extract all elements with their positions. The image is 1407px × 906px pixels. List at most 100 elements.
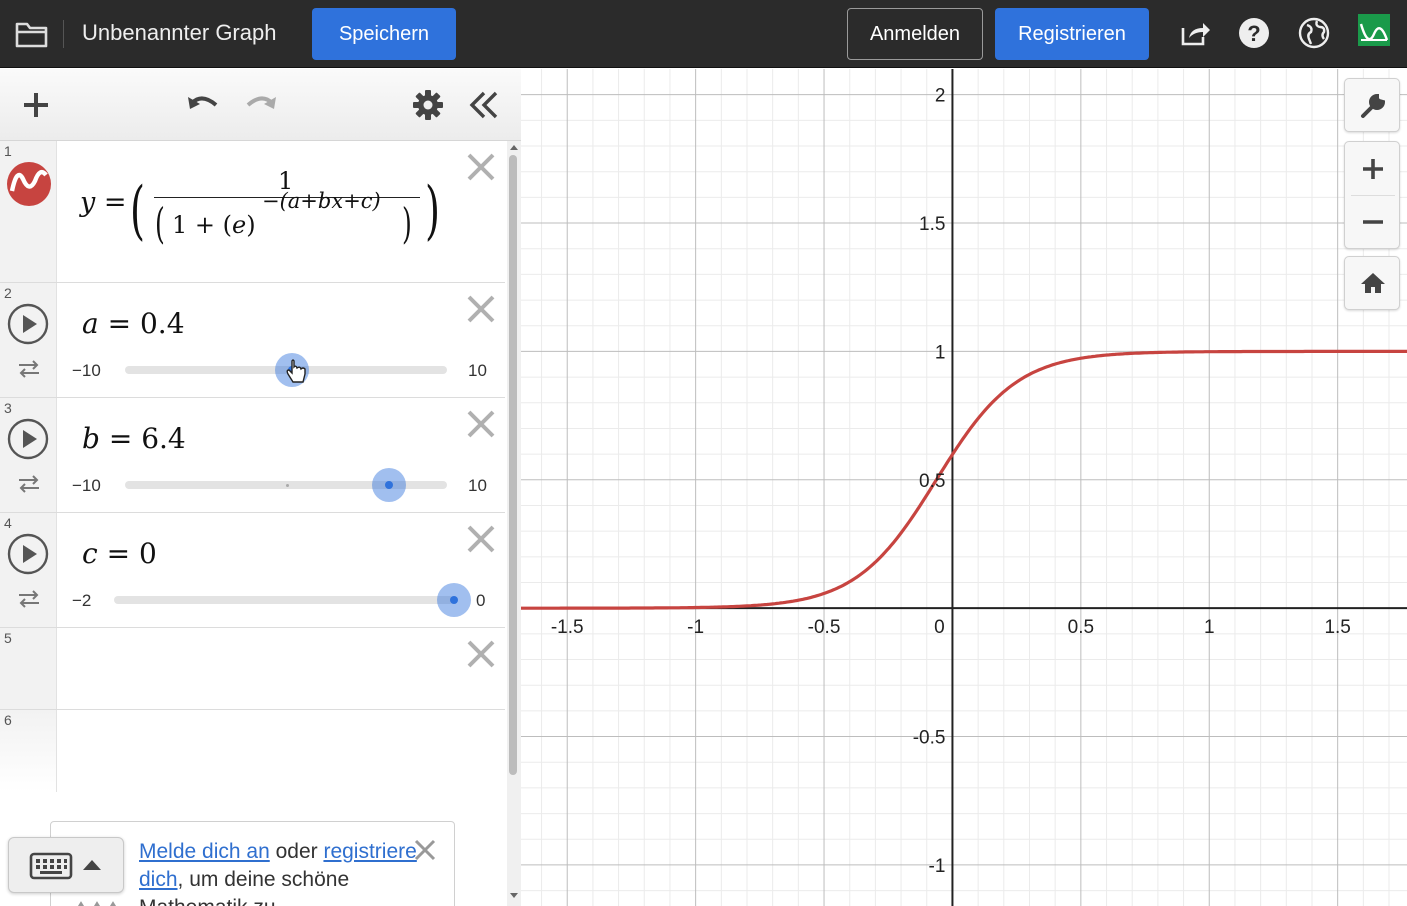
play-icon[interactable] (7, 533, 49, 575)
register-button[interactable]: Registrieren (995, 8, 1149, 60)
zoom-in-icon[interactable] (1361, 157, 1385, 181)
expression-gutter: 2 (0, 283, 57, 397)
slider-thumb[interactable] (437, 583, 471, 617)
expression-scrollbar[interactable] (507, 141, 521, 906)
top-bar: Unbenannter Graph Speichern Anmelden Reg… (0, 0, 1407, 68)
scroll-thumb[interactable] (509, 155, 517, 775)
hand-cursor-icon (286, 359, 306, 383)
collapse-icon[interactable] (466, 87, 502, 123)
paren-inner-left: ( (155, 199, 165, 248)
login-link[interactable]: Melde dich an (139, 840, 270, 863)
undo-icon[interactable] (184, 87, 220, 123)
axes (521, 69, 1407, 906)
expression-index: 2 (4, 285, 12, 301)
slider-min[interactable]: −10 (72, 361, 101, 381)
slider-thumb[interactable] (372, 468, 407, 502)
close-icon[interactable] (465, 638, 497, 670)
promo-text: Melde dich an oder registriere dich, um … (139, 840, 417, 906)
slider-zero-marker (286, 484, 289, 487)
slider-max[interactable]: 0 (476, 591, 485, 611)
share-icon[interactable] (1177, 16, 1211, 50)
y-tick-label: -1 (929, 856, 946, 877)
expression-gutter: 6 (0, 710, 57, 792)
desmos-app: Unbenannter Graph Speichern Anmelden Reg… (0, 0, 1407, 906)
grid-minor (521, 69, 1407, 906)
loop-icon[interactable] (16, 359, 42, 379)
svg-text:?: ? (1247, 21, 1260, 46)
tick-labels: -1.5 -1 -0.5 0 0.5 1 1.5 2 1.5 1 0.5 -0.5 -1 (551, 86, 1351, 877)
expression-row[interactable]: 3 b = 6.4 −10 10 (0, 398, 505, 513)
graph-canvas[interactable]: -1.5 -1 -0.5 0 0.5 1 1.5 2 1.5 1 0.5 -0.5 -1 (521, 69, 1407, 906)
login-button[interactable]: Anmelden (847, 8, 983, 60)
close-icon[interactable] (465, 408, 497, 440)
default-viewport-button[interactable] (1344, 256, 1400, 310)
redo-icon[interactable] (244, 87, 280, 123)
paren-right: ) (425, 174, 440, 248)
scroll-down-icon[interactable] (510, 893, 518, 898)
close-icon[interactable] (465, 151, 497, 183)
expression-index: 5 (4, 630, 12, 646)
wrench-icon (1361, 93, 1386, 118)
x-tick-label: -1 (687, 617, 704, 638)
globe-icon[interactable] (1297, 16, 1331, 50)
expression-row[interactable]: 2 a = 0.4 −10 10 (0, 283, 505, 398)
grid-major (521, 69, 1407, 906)
add-icon[interactable] (18, 87, 54, 123)
expression-row[interactable]: 5 (0, 628, 505, 710)
slider-max[interactable]: 10 (468, 476, 487, 496)
expression-gutter: 3 (0, 398, 57, 512)
help-icon[interactable]: ? (1237, 16, 1271, 50)
graph-paper[interactable]: -1.5 -1 -0.5 0 0.5 1 1.5 2 1.5 1 0.5 -0.5 -1 (521, 69, 1407, 906)
slider-thumb-dot (450, 596, 458, 604)
graph-title[interactable]: Unbenannter Graph (82, 20, 276, 46)
slider-min[interactable]: −10 (72, 476, 101, 496)
keyboard-toggle-button[interactable] (8, 837, 124, 893)
chevron-up-icon (83, 860, 101, 870)
keyboard-icon (29, 852, 73, 880)
slider-track[interactable] (114, 596, 454, 604)
promo-illustration-icon (77, 901, 117, 906)
close-icon[interactable] (465, 523, 497, 555)
expression-gutter: 4 (0, 513, 57, 627)
close-icon[interactable] (465, 293, 497, 325)
graph-settings-button[interactable] (1344, 78, 1400, 132)
paren-left: ( (130, 174, 145, 248)
expression-row[interactable]: 6 (0, 710, 505, 792)
expression-gutter: 1 (0, 141, 57, 282)
paren-inner-right: ) (402, 199, 412, 248)
play-icon[interactable] (7, 418, 49, 460)
curve-style-icon[interactable] (6, 161, 52, 207)
expression-row[interactable]: 4 c = 0 −2 0 (0, 513, 505, 628)
y-tick-label: -0.5 (913, 728, 946, 749)
expression-gutter: 5 (0, 628, 57, 709)
scroll-up-icon[interactable] (510, 145, 518, 150)
y-tick-label: 1 (935, 342, 946, 363)
loop-icon[interactable] (16, 474, 42, 494)
x-tick-label: -0.5 (808, 617, 841, 638)
denominator: 1 + (e) (172, 211, 256, 239)
play-icon[interactable] (7, 303, 49, 345)
slider-expression[interactable]: b = 6.4 (82, 422, 186, 455)
slider-expression[interactable]: a = 0.4 (82, 307, 185, 340)
zoom-out-icon[interactable] (1361, 210, 1385, 234)
x-tick-label: 0.5 (1068, 617, 1094, 638)
slider-expression[interactable]: c = 0 (82, 537, 157, 570)
slider-max[interactable]: 10 (468, 361, 487, 381)
expression-row[interactable]: 1 y = ( 1 ( 1 + (e) −(a+bx+c) )) (0, 141, 505, 283)
expression-index: 6 (4, 712, 12, 728)
x-tick-label: -1.5 (551, 617, 584, 638)
y-tick-label: 2 (935, 86, 946, 107)
desmos-logo-icon[interactable] (1358, 14, 1390, 46)
expression-index: 4 (4, 515, 12, 531)
gear-icon[interactable] (410, 87, 446, 123)
expression-toolbar (0, 69, 521, 141)
slider-min[interactable]: −2 (72, 591, 91, 611)
save-button[interactable]: Speichern (312, 8, 456, 60)
folder-icon[interactable] (14, 18, 50, 50)
zoom-controls (1344, 141, 1400, 249)
x-tick-label: 0 (934, 617, 945, 638)
x-tick-label: 1 (1204, 617, 1215, 638)
y-tick-label: 0.5 (919, 471, 945, 492)
close-icon[interactable] (413, 838, 437, 862)
loop-icon[interactable] (16, 589, 42, 609)
